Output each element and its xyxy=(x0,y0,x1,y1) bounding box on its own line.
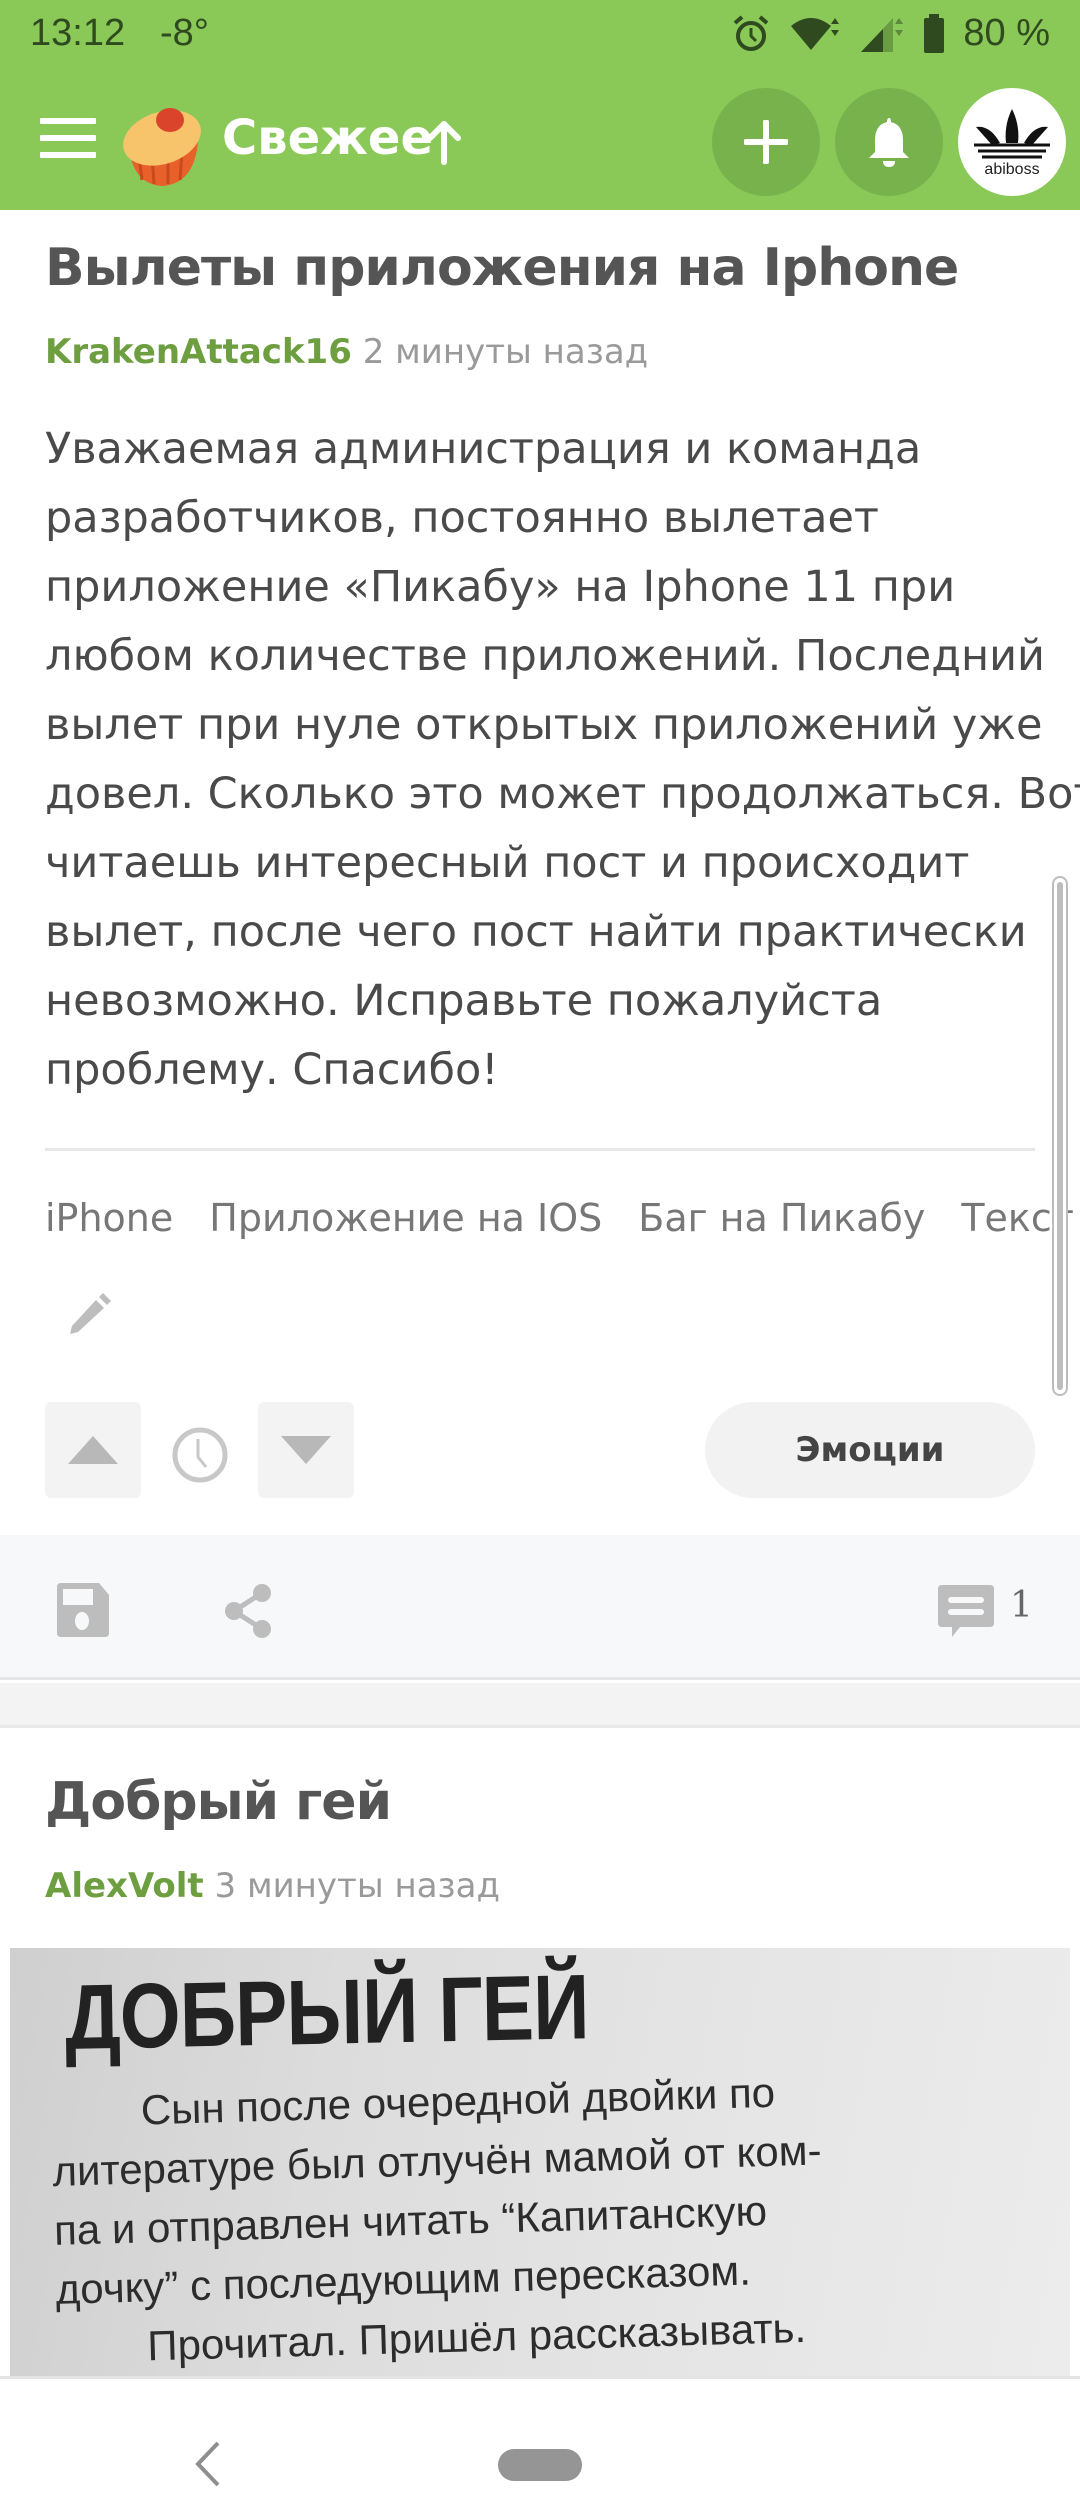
body-line: вылет, после чего пост найти практически xyxy=(45,907,1027,957)
bell-icon xyxy=(869,118,909,167)
triangle-down-icon xyxy=(281,1436,331,1464)
post-title[interactable]: Добрый гей xyxy=(45,1772,392,1832)
tag[interactable]: Приложение на IOS xyxy=(209,1196,602,1240)
upvote-button[interactable] xyxy=(45,1402,141,1498)
post-body: Уважаемая администрация и команда разраб… xyxy=(45,415,1080,1105)
wifi-icon xyxy=(791,17,840,50)
hamburger-icon xyxy=(40,118,96,124)
emotions-button[interactable]: Эмоции xyxy=(705,1402,1035,1498)
app-top-bar: 13:12 -8° 80 % Свежее abiboss xyxy=(0,0,1080,210)
user-avatar[interactable]: abiboss xyxy=(958,88,1066,196)
body-line: невозможно. Исправьте пожалуйста xyxy=(45,976,883,1026)
body-line: вылет при нуле открытых приложений уже xyxy=(45,700,1043,750)
notifications-button[interactable] xyxy=(835,88,943,196)
clock-icon xyxy=(172,1427,228,1483)
alarm-icon xyxy=(734,14,769,51)
triangle-up-icon xyxy=(68,1436,118,1464)
downvote-button[interactable] xyxy=(258,1402,354,1498)
arrow-up-icon[interactable] xyxy=(424,118,464,168)
app-header: Свежее abiboss xyxy=(0,80,1080,210)
comment-count[interactable]: 1 xyxy=(1010,1585,1033,1626)
status-time: 13:12 xyxy=(30,12,126,54)
edit-tags-icon[interactable] xyxy=(66,1292,112,1338)
feed-title[interactable]: Свежее xyxy=(222,110,433,166)
post-time: 3 минуты назад xyxy=(214,1866,500,1906)
body-line: Уважаемая администрация и команда xyxy=(45,424,922,474)
post-time: 2 минуты назад xyxy=(362,332,649,372)
body-line: любом количестве приложений. Последний xyxy=(45,631,1045,681)
comments-icon[interactable] xyxy=(938,1583,994,1639)
status-bar: 13:12 -8° 80 % xyxy=(0,0,1080,72)
share-icon[interactable] xyxy=(222,1583,274,1639)
pikabu-logo[interactable] xyxy=(118,98,206,188)
post-image[interactable]: ▀▀▀▀▀ ▀▀ ДОБРЫЙ ГЕЙ Сын после очередной … xyxy=(10,1948,1070,2376)
image-headline: ДОБРЫЙ ГЕЙ xyxy=(64,1956,590,2069)
status-icons: 80 % xyxy=(731,12,1050,55)
body-line: читаешь интересный пост и происходит xyxy=(45,838,970,888)
image-text: Сын после очередной двойки по литературе… xyxy=(50,2056,1018,2376)
avatar-logo-icon xyxy=(974,109,1050,159)
tag[interactable]: iPhone xyxy=(45,1196,173,1240)
body-line: проблему. Спасибо! xyxy=(45,1045,499,1095)
body-line: довел. Сколько это может продолжаться. В… xyxy=(45,769,1080,819)
menu-button[interactable] xyxy=(40,118,96,168)
feed-separator xyxy=(0,1683,1080,1728)
system-nav-bar xyxy=(0,2376,1080,2520)
post-author[interactable]: KrakenAttack16 xyxy=(45,332,352,372)
back-icon[interactable] xyxy=(192,2439,222,2489)
plus-icon xyxy=(744,120,788,164)
post-meta: KrakenAttack16 2 минуты назад xyxy=(45,332,648,372)
body-line: разработчиков, постоянно вылетает xyxy=(45,493,879,543)
post-title[interactable]: Вылеты приложения на Iphone xyxy=(45,238,959,298)
avatar-label: abiboss xyxy=(984,161,1040,178)
post-tags: iPhone Приложение на IOS Баг на Пикабу Т… xyxy=(45,1196,1074,1240)
add-post-button[interactable] xyxy=(712,88,820,196)
save-icon[interactable] xyxy=(55,1583,109,1637)
home-pill-button[interactable] xyxy=(498,2449,582,2481)
post-meta: AlexVolt 3 минуты назад xyxy=(45,1866,500,1906)
scrollbar[interactable] xyxy=(1052,876,1068,1396)
battery-percentage: 80 % xyxy=(963,12,1050,54)
post-author[interactable]: AlexVolt xyxy=(45,1866,204,1906)
body-line: приложение «Пикабу» на Iphone 11 при xyxy=(45,562,956,612)
tag[interactable]: Баг на Пикабу xyxy=(638,1196,925,1240)
signal-icon xyxy=(861,17,904,52)
post-actions-bar: 1 xyxy=(0,1535,1080,1680)
battery-icon xyxy=(924,13,945,53)
status-temperature: -8° xyxy=(160,12,209,54)
post-divider xyxy=(45,1148,1035,1151)
